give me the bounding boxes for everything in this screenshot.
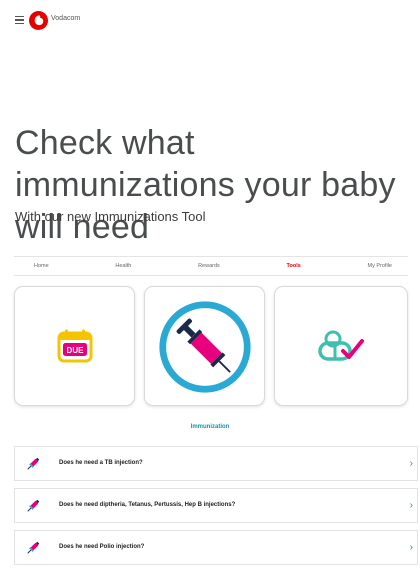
hamburger-icon[interactable] [15, 16, 24, 25]
due-badge: DUE [67, 346, 85, 355]
syringe-small-icon [27, 541, 40, 554]
question-row[interactable]: Does he need a TB injection? › [14, 446, 418, 481]
brand-name: Vodacom [51, 15, 81, 22]
due-calendar-icon: DUE [57, 329, 93, 363]
chevron-right-icon: › [409, 458, 413, 469]
tab-rewards[interactable]: Rewards [198, 263, 220, 269]
chevron-right-icon: › [409, 542, 413, 553]
question-row[interactable]: Does he need Polio injection? › [14, 530, 418, 565]
question-text: Does he need diptheria, Tetanus, Pertuss… [59, 502, 236, 508]
page-subtitle: With our new Immunizations Tool [15, 209, 206, 224]
top-bar: Vodacom [0, 0, 420, 44]
page-title: Check what immunizations your baby will … [15, 124, 396, 246]
selected-tool-label: Immunization [190, 424, 230, 430]
tab-home[interactable]: Home [34, 263, 49, 269]
syringe-small-icon [27, 457, 40, 470]
tool-card-immunization[interactable] [144, 286, 265, 406]
tab-tools[interactable]: Tools [287, 263, 301, 269]
tool-card-medication[interactable] [274, 286, 408, 406]
question-text: Does he need a TB injection? [59, 460, 143, 466]
syringe-icon [159, 301, 251, 393]
tab-my-profile[interactable]: My Profile [368, 263, 392, 269]
chevron-right-icon: › [409, 500, 413, 511]
vodacom-logo-icon[interactable] [29, 11, 48, 30]
tool-cards: DUE [14, 286, 408, 406]
pill-check-icon [318, 330, 364, 361]
syringe-small-icon [27, 499, 40, 512]
tool-card-due-dates[interactable]: DUE [14, 286, 135, 406]
main-nav: Home Health Rewards Tools My Profile [14, 256, 408, 276]
tab-health[interactable]: Health [115, 263, 131, 269]
question-text: Does he need Polio injection? [59, 544, 145, 550]
question-row[interactable]: Does he need diptheria, Tetanus, Pertuss… [14, 488, 418, 523]
